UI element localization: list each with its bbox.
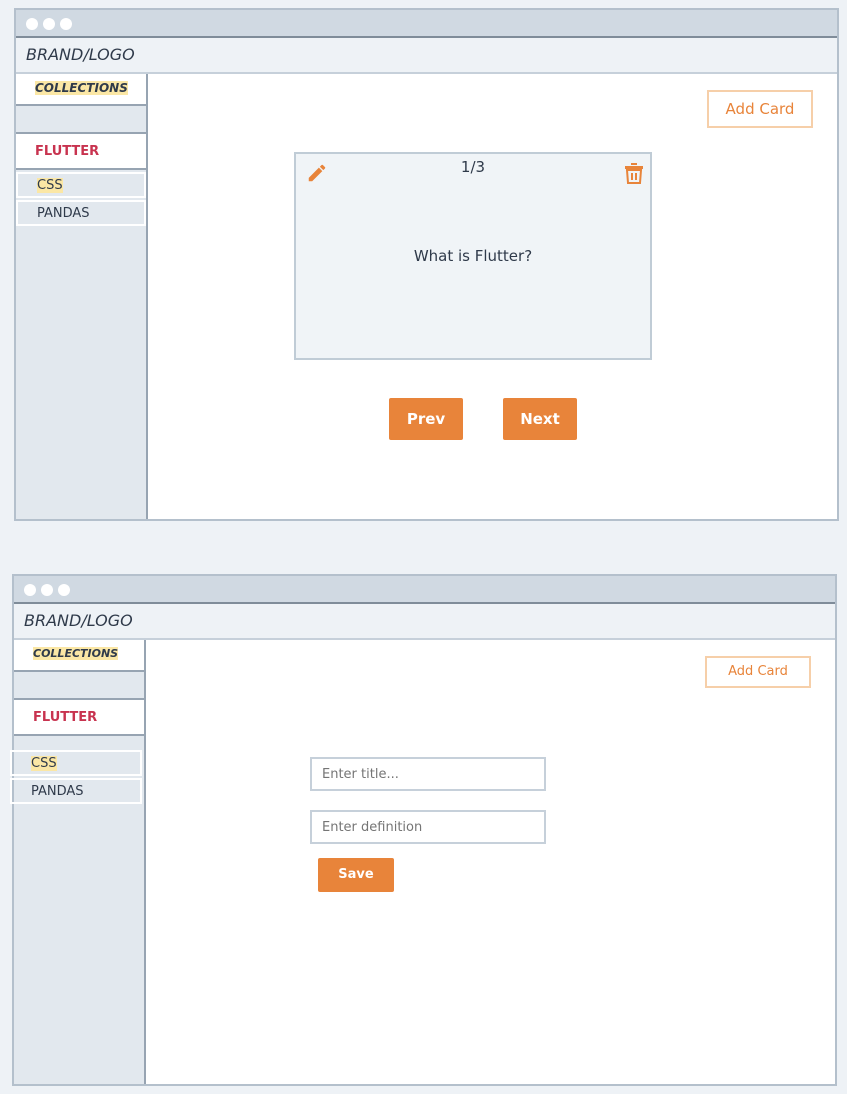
card-question: What is Flutter? (413, 247, 533, 265)
title-input[interactable] (310, 757, 546, 791)
header-bar: BRAND/LOGO (16, 38, 837, 74)
main-content: Add Card Save (146, 640, 835, 1084)
window-maximize-dot[interactable] (60, 18, 72, 30)
save-button[interactable]: Save (318, 858, 394, 892)
header-bar: BRAND/LOGO (14, 604, 835, 640)
sidebar-item-label: PANDAS (37, 206, 90, 221)
collections-label: COLLECTIONS (35, 81, 128, 95)
sidebar-item-pandas[interactable]: PANDAS (10, 778, 142, 804)
sidebar-item-css[interactable]: CSS (16, 172, 146, 198)
brand-logo[interactable]: BRAND/LOGO (24, 611, 133, 630)
sidebar-item-flutter[interactable]: FLUTTER (14, 700, 144, 736)
sidebar: COLLECTIONS FLUTTER CSS PANDAS (10, 640, 146, 1084)
flashcard[interactable]: 1/3 What is Flutter? (294, 152, 652, 360)
editor-window: BRAND/LOGO COLLECTIONS FLUTTER CSS PANDA… (10, 574, 837, 1086)
card-counter: 1/3 (460, 158, 486, 176)
add-card-button[interactable]: Add Card (707, 90, 813, 128)
brand-logo[interactable]: BRAND/LOGO (26, 45, 135, 64)
sidebar: COLLECTIONS FLUTTER CSS PANDAS (16, 74, 148, 519)
prev-button[interactable]: Prev (389, 398, 463, 440)
add-card-button[interactable]: Add Card (705, 656, 811, 688)
sidebar-item-pandas[interactable]: PANDAS (16, 200, 146, 226)
next-button[interactable]: Next (503, 398, 577, 440)
window-close-dot[interactable] (26, 18, 38, 30)
sidebar-item-label: CSS (37, 178, 63, 193)
sidebar-item-label: FLUTTER (35, 144, 100, 159)
sidebar-collections-header: COLLECTIONS (16, 74, 146, 106)
sidebar-collections-header: COLLECTIONS (14, 640, 144, 672)
trash-icon[interactable] (624, 162, 644, 184)
window-titlebar (16, 10, 837, 38)
sidebar-item-css[interactable]: CSS (10, 750, 142, 776)
sidebar-spacer (14, 672, 144, 700)
sidebar-item-flutter[interactable]: FLUTTER (16, 134, 146, 170)
window-close-dot[interactable] (24, 584, 36, 596)
definition-input[interactable] (310, 810, 546, 844)
window-maximize-dot[interactable] (58, 584, 70, 596)
viewer-window: BRAND/LOGO COLLECTIONS FLUTTER CSS PANDA… (14, 8, 839, 521)
window-minimize-dot[interactable] (41, 584, 53, 596)
window-minimize-dot[interactable] (43, 18, 55, 30)
sidebar-item-label: PANDAS (31, 784, 84, 799)
main-content: Add Card 1/3 What is Flutter? Prev Next (148, 74, 837, 519)
sidebar-item-label: CSS (31, 756, 57, 771)
sidebar-spacer (16, 106, 146, 134)
collections-label: COLLECTIONS (33, 647, 119, 660)
sidebar-item-label: FLUTTER (33, 710, 98, 725)
window-titlebar (14, 576, 835, 604)
